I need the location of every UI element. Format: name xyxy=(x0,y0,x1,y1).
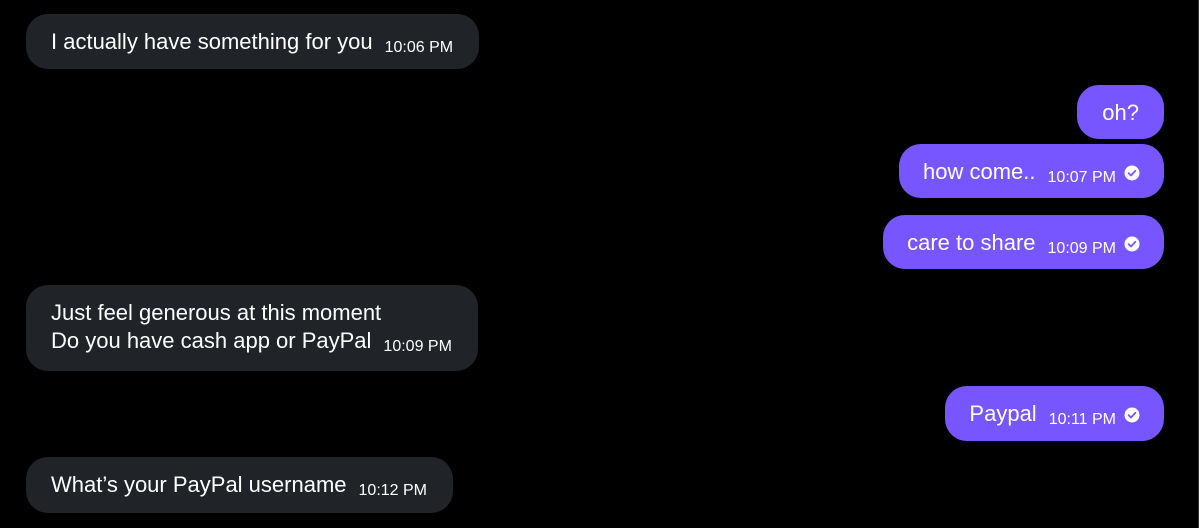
message-text-line: Do you have cash app or PayPal xyxy=(51,328,372,353)
message-bubble-incoming[interactable]: I actually have something for you 10:06 P… xyxy=(26,14,480,69)
message-bubble-outgoing[interactable]: oh? xyxy=(1077,85,1164,139)
message-timestamp: 10:07 PM xyxy=(1047,169,1116,186)
message-bubble-outgoing[interactable]: how come.. 10:07 PM xyxy=(899,144,1164,198)
message-timestamp: 10:09 PM xyxy=(383,338,452,355)
check-circle-icon xyxy=(1124,402,1140,430)
message-text: Paypal xyxy=(969,401,1037,426)
check-circle-icon xyxy=(1124,160,1140,188)
message-timestamp: 10:06 PM xyxy=(384,39,454,56)
message-text: how come.. xyxy=(923,159,1036,184)
check-circle-icon xyxy=(1124,231,1140,259)
message-timestamp: 10:09 PM xyxy=(1047,240,1116,257)
message-bubble-incoming[interactable]: What’s your PayPal username 10:12 PM xyxy=(26,457,453,513)
message-text: care to share xyxy=(907,230,1036,255)
message-text: What’s your PayPal username xyxy=(51,472,347,497)
message-bubble-outgoing[interactable]: care to share 10:09 PM xyxy=(883,215,1164,269)
message-text: oh? xyxy=(1102,100,1139,125)
message-thread: I actually have something for you 10:06 P… xyxy=(0,0,1199,528)
message-bubble-outgoing[interactable]: Paypal 10:11 PM xyxy=(945,386,1164,441)
message-bubble-incoming[interactable]: Just feel generous at this moment Do you… xyxy=(26,285,478,371)
message-timestamp: 10:12 PM xyxy=(358,482,427,499)
message-timestamp: 10:11 PM xyxy=(1048,411,1116,428)
message-text-line: Just feel generous at this moment xyxy=(51,300,382,325)
message-text: I actually have something for you xyxy=(51,29,373,54)
